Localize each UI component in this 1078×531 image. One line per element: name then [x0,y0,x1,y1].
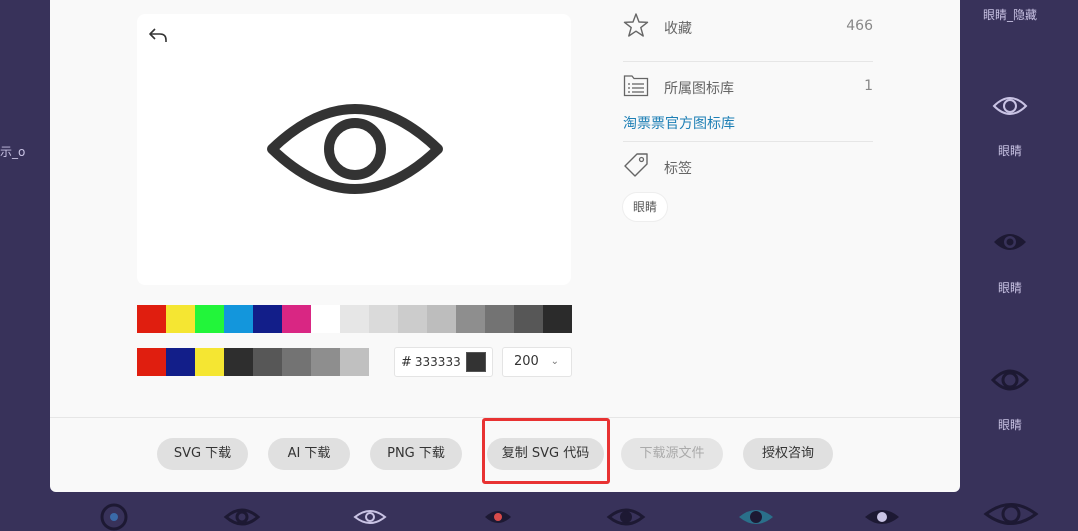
eye-icon [267,104,443,194]
color-swatch[interactable] [543,305,572,333]
bg-icon-label: 眼睛 [998,281,1023,295]
eye-icon[interactable] [482,503,514,531]
color-swatch[interactable] [224,348,253,376]
color-palette-primary [137,305,572,333]
color-preview-chip [466,352,486,372]
favorite-count: 466 [846,18,873,34]
svg-download-button[interactable]: SVG 下载 [157,438,248,470]
color-hex-input[interactable]: # 333333 [394,347,493,377]
color-swatch[interactable] [195,305,224,333]
color-swatch[interactable] [137,305,166,333]
library-count: 1 [864,78,873,94]
color-swatch[interactable] [282,348,311,376]
download-source-button[interactable]: 下载源文件 [621,438,723,470]
tag-icon [624,153,648,177]
library-label: 所属图标库 [664,81,734,97]
ai-download-button[interactable]: AI 下载 [268,438,350,470]
eye-icon[interactable] [222,503,262,531]
color-swatch[interactable] [427,305,456,333]
bg-icon-label: 示_o [0,145,26,159]
library-row: 所属图标库 1 [623,72,873,102]
undo-icon[interactable] [147,24,169,46]
size-select-value: 200 [514,354,539,369]
tags-label: 标签 [664,161,692,177]
bg-icon-label: 眼睛 [998,144,1023,158]
star-icon[interactable] [623,12,649,38]
color-swatch[interactable] [340,348,369,376]
color-swatch[interactable] [398,305,427,333]
bg-icon-label: 眼睛_隐藏 [983,8,1038,22]
color-swatch[interactable] [456,305,485,333]
tag-chip[interactable]: 眼睛 [623,193,668,221]
color-swatch[interactable] [369,305,398,333]
hash-symbol: # [401,354,412,370]
library-link[interactable]: 淘票票官方图标库 [623,113,735,133]
color-swatch[interactable] [514,305,543,333]
license-inquiry-button[interactable]: 授权咨询 [743,438,833,470]
eye-ring-icon[interactable] [990,364,1030,396]
color-swatch[interactable] [195,348,224,376]
tags-row: 标签 [623,152,873,182]
color-swatch[interactable] [311,305,340,333]
eye-icon[interactable] [982,497,1040,531]
eye-outline-icon[interactable] [990,92,1030,120]
png-download-button[interactable]: PNG 下载 [370,438,462,470]
color-swatch[interactable] [311,348,340,376]
highlight-box [482,418,610,484]
color-swatch[interactable] [340,305,369,333]
favorite-row[interactable]: 收藏 466 [623,12,873,42]
icon-preview [137,14,571,285]
size-select[interactable]: 200 ⌄ [502,347,572,377]
color-swatch[interactable] [166,348,195,376]
color-swatch[interactable] [166,305,195,333]
icon-detail-modal: # 333333 200 ⌄ 收藏 466 所属图标库 1 淘票票官方图标库 标… [50,0,960,492]
divider [623,61,873,62]
eye-icon[interactable] [862,503,902,531]
color-swatch[interactable] [137,348,166,376]
favorite-label: 收藏 [664,21,692,37]
eye-icon[interactable] [96,503,132,531]
color-swatch[interactable] [224,305,253,333]
color-swatch[interactable] [485,305,514,333]
divider [623,141,873,142]
color-swatch[interactable] [253,348,282,376]
eye-icon[interactable] [606,503,646,531]
color-hex-value[interactable]: 333333 [415,355,461,369]
folder-list-icon [623,75,649,97]
color-swatch[interactable] [253,305,282,333]
color-palette-recent [137,348,369,376]
eye-icon[interactable] [736,503,776,531]
bg-icon-label: 眼睛 [998,418,1023,432]
chevron-down-icon: ⌄ [550,356,559,367]
eye-icon[interactable] [352,505,388,529]
color-swatch[interactable] [282,305,311,333]
eye-filled-icon[interactable] [990,228,1030,256]
